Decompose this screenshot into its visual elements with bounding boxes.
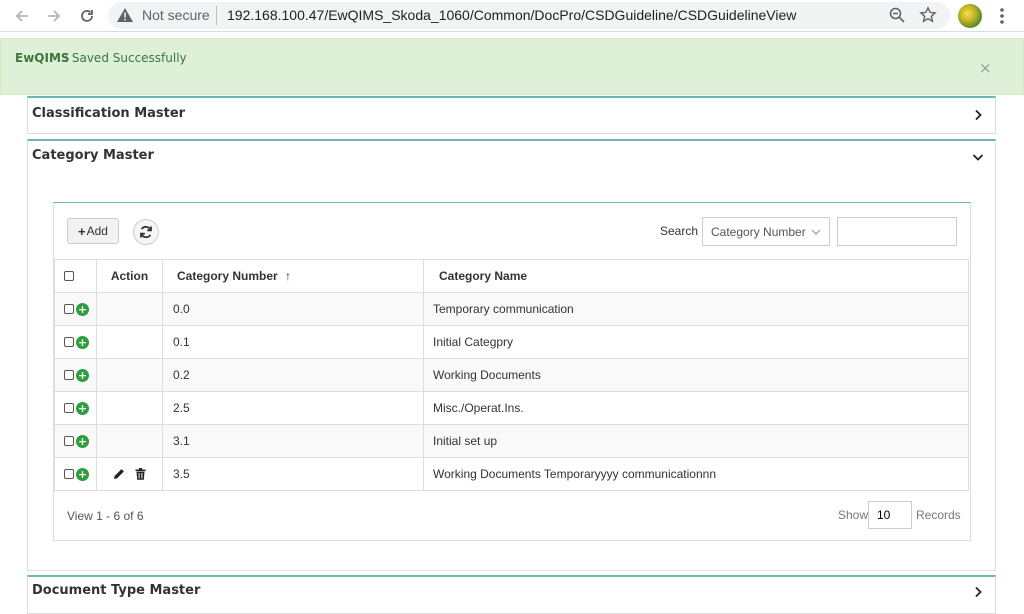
expand-plus-icon[interactable]: + [76,302,89,316]
category-table: Action Category Number ↑ Category Name +… [54,259,969,491]
reload-button[interactable] [75,4,99,28]
records-label: Records [916,508,961,522]
select-all-checkbox[interactable] [64,271,74,281]
header-action: Action [96,259,163,293]
browser-toolbar: Not secure 192.168.100.47/EwQIMS_Skoda_1… [0,0,1024,32]
row-action-cell [96,457,163,491]
row-action-cell [96,358,163,392]
back-button[interactable] [10,4,34,28]
header-category-number-label: Category Number [177,269,278,283]
category-number-cell: 0.1 [162,325,424,359]
success-alert: EwQIMS : Saved Successfully × [0,38,1024,95]
pencil-edit-icon[interactable] [113,468,125,480]
pager-info: View 1 - 6 of 6 [67,509,144,523]
bookmark-star-icon[interactable] [919,6,937,24]
panel-title-classification: Classification Master [32,106,186,121]
warning-icon [117,8,133,22]
header-select-all [54,259,97,293]
row-select-cell: + [54,424,97,458]
profile-avatar[interactable] [958,4,982,28]
table-row[interactable]: + 3.1 Initial set up [54,424,969,458]
table-header-row: Action Category Number ↑ Category Name [54,259,969,293]
row-select-cell: + [54,292,97,326]
row-select-cell: + [54,325,97,359]
arrow-left-icon [15,10,28,22]
search-field-select[interactable]: Category Number [702,217,830,246]
expand-plus-icon[interactable]: + [76,467,89,481]
add-button[interactable]: + Add [67,218,119,244]
arrow-right-icon [48,10,61,22]
expand-plus-icon[interactable]: + [76,335,89,349]
alert-brand: EwQIMS [15,51,70,65]
category-number-cell: 3.5 [162,457,424,491]
row-checkbox[interactable] [64,469,74,479]
search-field-value: Category Number [711,224,806,239]
panel-category-master[interactable]: Category Master [27,139,996,178]
reload-icon [81,10,93,22]
chevron-down-icon [972,154,984,161]
row-select-cell: + [54,457,97,491]
category-number-cell: 2.5 [162,391,424,425]
row-select-cell: + [54,391,97,425]
panel-title-document-type: Document Type Master [32,583,201,598]
sort-ascending-icon: ↑ [285,269,292,283]
refresh-button[interactable] [133,219,159,245]
category-name-cell: Working Documents [423,358,969,392]
row-select-cell: + [54,358,97,392]
more-vert-icon[interactable] [994,4,1010,28]
row-checkbox[interactable] [64,304,74,314]
table-row[interactable]: + 2.5 Misc./Operat.Ins. [54,391,969,425]
table-row[interactable]: + 0.0 Temporary communication [54,292,969,326]
close-icon[interactable]: × [979,59,992,77]
expand-plus-icon[interactable]: + [76,401,89,415]
row-checkbox[interactable] [64,436,74,446]
category-number-cell: 3.1 [162,424,424,458]
row-checkbox[interactable] [64,403,74,413]
category-number-cell: 0.0 [162,292,424,326]
zoom-icon[interactable] [888,6,906,24]
url-text[interactable]: 192.168.100.47/EwQIMS_Skoda_1060/Common/… [227,7,796,23]
row-action-cell [96,292,163,326]
expand-plus-icon[interactable]: + [76,434,89,448]
category-name-cell: Working Documents Temporaryyyy communica… [423,457,969,491]
table-row[interactable]: + 3.5 Working Documents Temporaryyyy com… [54,457,969,491]
row-checkbox[interactable] [64,337,74,347]
alert-message: : Saved Successfully [64,51,187,65]
row-checkbox[interactable] [64,370,74,380]
row-action-cell [96,424,163,458]
page-size-input[interactable] [868,501,912,529]
omnibox-divider [216,6,217,25]
panel-document-type-master[interactable]: Document Type Master [27,575,996,614]
category-name-cell: Temporary communication [423,292,969,326]
table-row[interactable]: + 0.2 Working Documents [54,358,969,392]
security-status[interactable]: Not secure [142,7,210,23]
show-label: Show [838,508,869,522]
search-label: Search [660,224,699,238]
category-name-cell: Initial Categpry [423,325,969,359]
refresh-icon [140,225,152,239]
category-name-cell: Initial set up [423,424,969,458]
address-bar[interactable]: Not secure 192.168.100.47/EwQIMS_Skoda_1… [108,2,950,29]
chevron-right-icon [975,586,982,598]
expand-plus-icon[interactable]: + [76,368,89,382]
forward-button[interactable] [42,4,66,28]
header-category-name[interactable]: Category Name [423,259,969,293]
row-action-cell [96,391,163,425]
panel-classification-master[interactable]: Classification Master [27,96,996,134]
panel-title-category: Category Master [32,148,154,163]
category-name-cell: Misc./Operat.Ins. [423,391,969,425]
chevron-down-icon [811,229,821,235]
table-row[interactable]: + 0.1 Initial Categpry [54,325,969,359]
row-action-cell [96,325,163,359]
add-button-label: Add [86,224,108,238]
trash-delete-icon[interactable] [135,468,146,480]
header-category-number[interactable]: Category Number ↑ [162,259,424,293]
category-number-cell: 0.2 [162,358,424,392]
search-input[interactable] [837,217,957,246]
plus-icon: + [78,223,86,239]
chevron-right-icon [975,109,982,121]
